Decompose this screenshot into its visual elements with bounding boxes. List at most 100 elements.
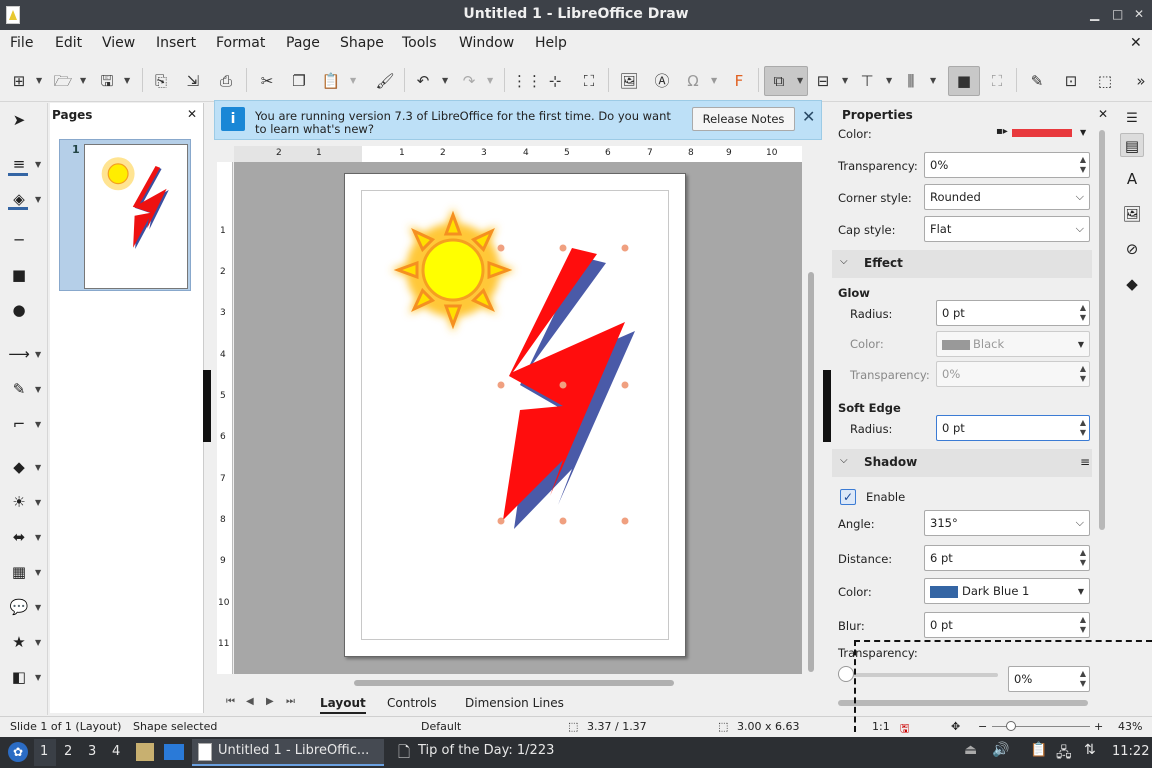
menu-window[interactable]: Window <box>459 35 514 51</box>
new-dropdown-icon[interactable]: ▼ <box>36 70 42 92</box>
last-tab-icon[interactable]: ⏭ <box>286 696 295 707</box>
drawing-shapes[interactable] <box>345 174 687 658</box>
glow-transparency-field[interactable]: 0% ▲ ▼ <box>936 361 1090 387</box>
undo-dropdown-icon[interactable]: ▼ <box>442 70 448 92</box>
clone-formatting-icon[interactable]: 🖌 <box>374 70 396 92</box>
basic-shapes-icon[interactable]: ◆ <box>8 456 30 478</box>
flowchart-dropdown-icon[interactable]: ▼ <box>35 568 41 577</box>
insert-image-icon[interactable]: 🖼 <box>618 70 640 92</box>
menu-page[interactable]: Page <box>286 35 320 51</box>
effect-section-header[interactable]: ⌵ Effect <box>832 250 1092 278</box>
workspace-1[interactable]: 1 <box>40 744 48 759</box>
fontwork-icon[interactable]: F <box>728 70 750 92</box>
transformations-dropdown-icon[interactable]: ▼ <box>797 70 803 92</box>
shapes-deck-icon[interactable]: ◆ <box>1120 272 1144 296</box>
line-color-icon[interactable]: ≡ <box>8 153 30 175</box>
drawing-page[interactable] <box>344 173 686 657</box>
workspace-3[interactable]: 3 <box>88 744 96 759</box>
next-tab-icon[interactable]: ▶ <box>266 696 274 707</box>
transparency-field[interactable]: 0% ▲ ▼ <box>924 152 1090 178</box>
sun-shape[interactable] <box>365 182 540 357</box>
vertical-ruler[interactable]: 1 2 3 4 5 6 7 8 9 10 11 <box>217 162 233 674</box>
helplines-icon[interactable]: ⊹ <box>544 70 566 92</box>
tab-controls[interactable]: Controls <box>387 696 437 710</box>
symbol-shapes-icon[interactable]: ☀ <box>8 491 30 513</box>
cap-style-select[interactable]: Flat ⌵ <box>924 216 1090 242</box>
clipboard-icon[interactable]: 📋 <box>1030 742 1047 758</box>
connector-tool-icon[interactable]: ⌐ <box>8 413 30 435</box>
stars-icon[interactable]: ★ <box>8 631 30 653</box>
start-menu-icon[interactable]: ✿ <box>8 742 28 762</box>
menu-view[interactable]: View <box>102 35 135 51</box>
clock[interactable]: 11:22 <box>1112 744 1149 759</box>
callouts-icon[interactable]: 💬 <box>8 596 30 618</box>
volume-icon[interactable]: 🔊 <box>992 742 1009 758</box>
line-tool-icon[interactable]: ─ <box>8 229 30 251</box>
block-arrows-dropdown-icon[interactable]: ▼ <box>35 533 41 542</box>
redo-icon[interactable]: ↷ <box>458 70 480 92</box>
arrow-line-dropdown-icon[interactable]: ▼ <box>35 350 41 359</box>
transformations-icon[interactable]: ⧉ <box>768 70 790 92</box>
save-icon[interactable]: 🖫 <box>96 70 118 92</box>
new-icon[interactable]: ⊞ <box>8 70 30 92</box>
shadow-angle-select[interactable]: 315° ⌵ <box>924 510 1090 536</box>
drawing-canvas[interactable] <box>234 162 802 674</box>
stars-dropdown-icon[interactable]: ▼ <box>35 638 41 647</box>
styles-deck-icon[interactable]: A <box>1120 167 1144 191</box>
arrange-icon[interactable]: ⊤ <box>856 70 878 92</box>
taskbar-item-draw[interactable]: Untitled 1 - LibreOffic... <box>192 739 384 766</box>
sidebar-menu-icon[interactable]: ☰ <box>1120 107 1144 131</box>
undo-icon[interactable]: ↶ <box>412 70 434 92</box>
arrange-dropdown-icon[interactable]: ▼ <box>886 70 892 92</box>
close-pages-panel-icon[interactable]: ✕ <box>187 107 197 121</box>
sidebar-collapse-handle[interactable] <box>823 370 831 442</box>
navigator-deck-icon[interactable]: ⊘ <box>1120 237 1144 261</box>
network-icon[interactable]: 🖧 <box>1056 742 1072 766</box>
print-icon[interactable]: ⎙ <box>215 70 237 92</box>
close-document-icon[interactable]: ✕ <box>1130 35 1142 51</box>
redo-dropdown-icon[interactable]: ▼ <box>487 70 493 92</box>
eject-icon[interactable]: ⏏ <box>964 742 977 758</box>
more-options-icon[interactable]: ≡ <box>1080 455 1090 469</box>
flowchart-icon[interactable]: ▦ <box>8 561 30 583</box>
3d-objects-dropdown-icon[interactable]: ▼ <box>35 673 41 682</box>
first-tab-icon[interactable]: ⏮ <box>226 696 235 707</box>
export-pdf-icon[interactable]: ⇲ <box>182 70 204 92</box>
menu-help[interactable]: Help <box>535 35 567 51</box>
copy-icon[interactable]: ❐ <box>288 70 310 92</box>
shadow-transparency-slider-handle[interactable] <box>838 666 854 682</box>
line-style-icon[interactable]: ▪▸ <box>996 126 1008 137</box>
menu-shape[interactable]: Shape <box>340 35 384 51</box>
line-color-value-swatch[interactable] <box>1012 129 1072 137</box>
sidebar-vertical-scrollbar[interactable] <box>1098 130 1106 710</box>
points-icon[interactable]: ✎ <box>1026 70 1048 92</box>
block-arrows-icon[interactable]: ⬌ <box>8 526 30 548</box>
glue-points-icon[interactable]: ⊡ <box>1060 70 1082 92</box>
horizontal-scrollbar[interactable] <box>218 677 802 687</box>
show-desktop-icon[interactable] <box>164 744 184 760</box>
vertical-scrollbar[interactable] <box>804 162 818 674</box>
close-infobar-icon[interactable]: ✕ <box>802 107 815 126</box>
shadow-section-header[interactable]: ⌵ Shadow ≡ <box>832 449 1092 477</box>
release-notes-button[interactable]: Release Notes <box>692 107 795 131</box>
menu-insert[interactable]: Insert <box>156 35 196 51</box>
gallery-deck-icon[interactable]: 🖼 <box>1120 202 1144 226</box>
layout-status[interactable]: Default <box>421 720 461 733</box>
prev-tab-icon[interactable]: ◀ <box>246 696 254 707</box>
export-icon[interactable]: ⎘ <box>150 70 172 92</box>
shadow-blur-field[interactable]: 0 pt ▲ ▼ <box>924 612 1090 638</box>
workspace-4[interactable]: 4 <box>112 744 120 759</box>
tab-dimension-lines[interactable]: Dimension Lines <box>465 696 564 710</box>
open-dropdown-icon[interactable]: ▼ <box>80 70 86 92</box>
line-color-dropdown-icon[interactable]: ▼ <box>35 160 41 169</box>
insert-textbox-icon[interactable]: Ⓐ <box>651 70 673 92</box>
shadow-distance-field[interactable]: 6 pt ▲ ▼ <box>924 545 1090 571</box>
callouts-dropdown-icon[interactable]: ▼ <box>35 603 41 612</box>
distribute-icon[interactable]: ⫼ <box>900 70 922 92</box>
glow-radius-field[interactable]: 0 pt ▲ ▼ <box>936 300 1090 326</box>
basic-shapes-dropdown-icon[interactable]: ▼ <box>35 463 41 472</box>
line-color-dropdown-icon[interactable]: ▼ <box>1080 128 1086 137</box>
horizontal-ruler[interactable]: 2 1 1 2 3 4 5 6 7 8 9 10 <box>234 146 802 162</box>
workspace-2[interactable]: 2 <box>64 744 72 759</box>
corner-style-select[interactable]: Rounded ⌵ <box>924 184 1090 210</box>
